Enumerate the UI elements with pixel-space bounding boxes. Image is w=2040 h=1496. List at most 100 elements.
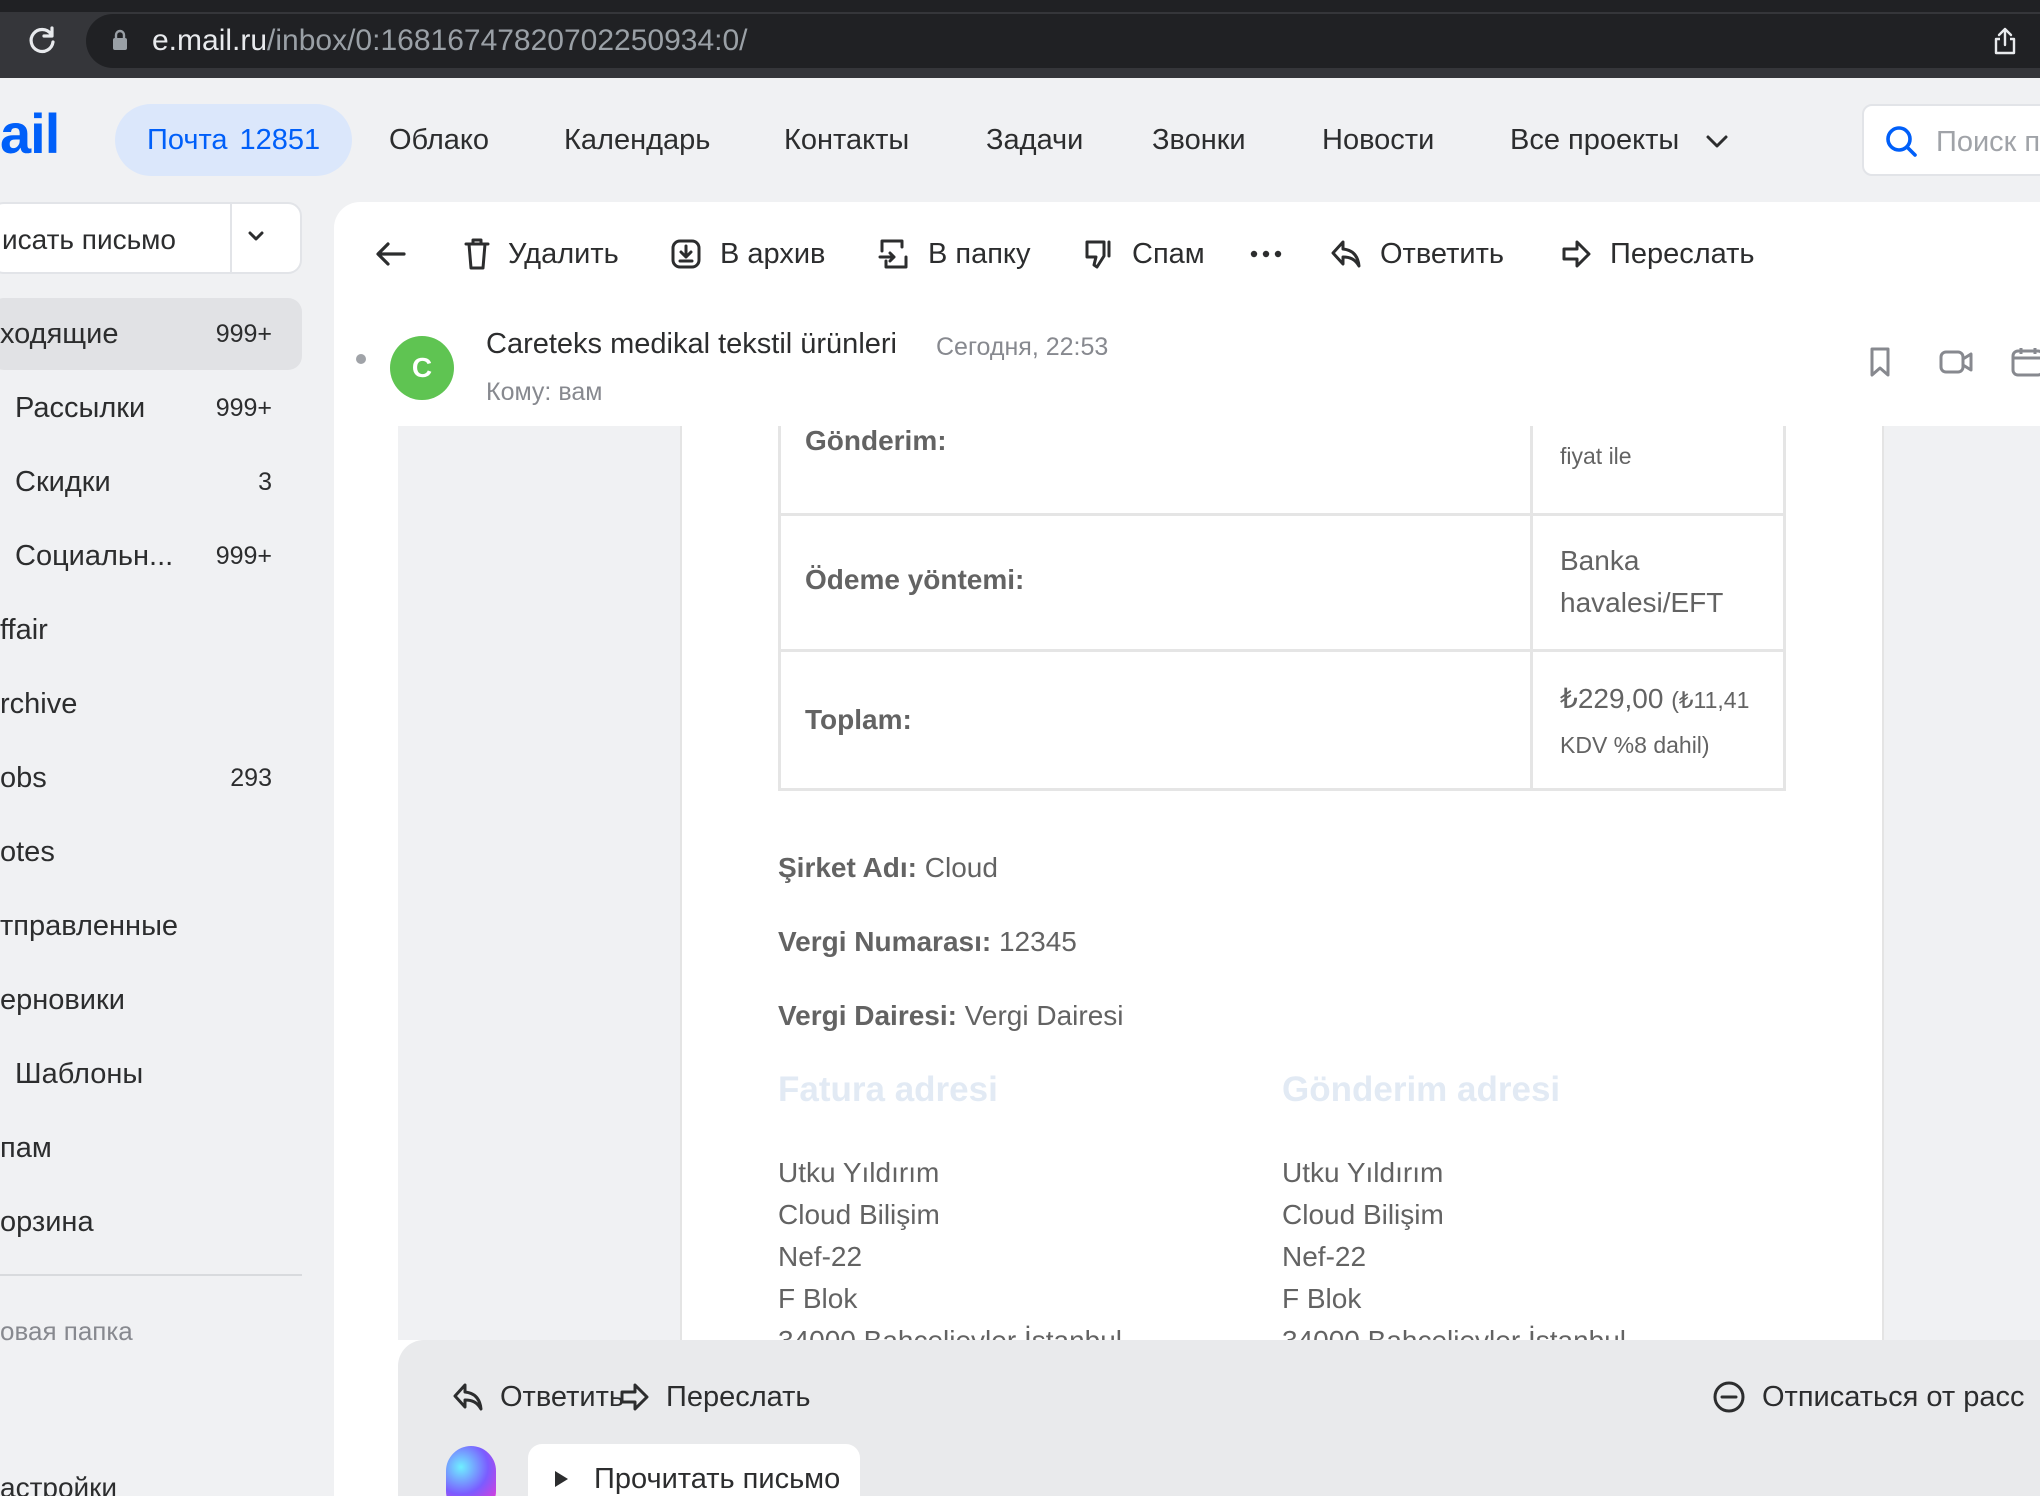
bottom-forward-label: Переслать: [666, 1380, 811, 1413]
move-to-folder-button[interactable]: В папку: [878, 232, 1030, 276]
total-label: Toplam:: [805, 704, 912, 735]
lock-icon: [112, 29, 128, 56]
top-navigation: ail Почта 12851 Облако Календарь Контакты…: [0, 78, 2040, 202]
tax-office-value: Vergi Dairesi: [964, 1000, 1124, 1031]
read-aloud-button[interactable]: Прочитать письмо: [528, 1444, 861, 1496]
reload-icon[interactable]: [22, 20, 62, 60]
unread-dot-icon[interactable]: [356, 354, 366, 364]
shipping-address-line: F Blok: [1282, 1283, 1362, 1314]
arrow-left-icon: [376, 242, 406, 266]
search-input[interactable]: Поиск п: [1862, 104, 2040, 176]
shipping-address: Utku Yıldırım Cloud Bilişim Nef-22 F Blo…: [1282, 1152, 1626, 1340]
nav-all-projects[interactable]: Все проекты: [1510, 104, 1729, 176]
folder-count: 999+: [215, 542, 272, 570]
folder-sent[interactable]: тправленные: [0, 890, 302, 962]
tax-number-label: Vergi Numarası:: [778, 926, 992, 957]
nav-calls[interactable]: Звонки: [1152, 104, 1246, 176]
thumb-down-icon: [1085, 240, 1111, 269]
reply-button[interactable]: Ответить: [1330, 232, 1504, 276]
folder-count: 999+: [215, 320, 272, 348]
table-cell-label: Ödeme yöntemi:: [781, 516, 1533, 649]
shipping-value: fiyat ile: [1560, 443, 1632, 469]
forward-label: Переслать: [1610, 237, 1755, 270]
folder-name: тправленные: [0, 910, 179, 942]
more-actions-button[interactable]: [1250, 232, 1282, 276]
folder-name: Шаблоны: [15, 1058, 144, 1090]
address-bar[interactable]: e.mail.ru/inbox/0:16816747820702250934:0…: [86, 14, 2040, 68]
delete-button[interactable]: Удалить: [464, 232, 619, 276]
settings-link[interactable]: астройки: [0, 1472, 117, 1496]
folder-archive[interactable]: rchive: [0, 668, 302, 740]
spam-button[interactable]: Спам: [1082, 232, 1205, 276]
voice-assistant-orb-icon[interactable]: [446, 1446, 496, 1496]
nav-contacts[interactable]: Контакты: [784, 104, 909, 176]
folder-name: otes: [0, 836, 55, 868]
archive-button[interactable]: В архив: [670, 232, 825, 276]
bottom-forward-button[interactable]: Переслать: [618, 1374, 811, 1420]
unsubscribe-label: Отписаться от расс: [1762, 1380, 2025, 1413]
share-icon[interactable]: [1992, 26, 2018, 61]
table-row-payment: Ödeme yöntemi: Banka havalesi/EFT: [778, 513, 1786, 652]
folder-spam[interactable]: пам: [0, 1112, 302, 1184]
nav-calendar[interactable]: Календарь: [564, 104, 710, 176]
browser-tab-strip: [0, 0, 2040, 12]
folder-affair[interactable]: ffair: [0, 594, 302, 666]
folder-jobs[interactable]: obs 293: [0, 742, 302, 814]
tax-office-label: Vergi Dairesi:: [778, 1000, 957, 1031]
folder-social[interactable]: Социальн... 999+: [0, 520, 302, 592]
archive-icon: [671, 239, 701, 269]
billing-address-line: 34000 Bahçelievler İstanbul: [778, 1320, 1122, 1340]
nav-cloud[interactable]: Облако: [389, 104, 489, 176]
compose-dropdown-chevron-icon[interactable]: [244, 224, 268, 253]
billing-address-line: Nef-22: [778, 1241, 863, 1272]
bottom-action-bar: Ответить Переслать Отписаться от расс Пр…: [398, 1340, 2040, 1496]
folder-move-icon: [878, 239, 908, 269]
move-to-folder-label: В папку: [928, 237, 1031, 270]
reply-icon: [1331, 240, 1361, 268]
reply-icon: [453, 1383, 483, 1411]
folder-trash[interactable]: орзина: [0, 1186, 302, 1258]
folder-name: орзина: [0, 1206, 94, 1238]
shipping-label: Gönderim:: [805, 426, 947, 456]
folder-templates[interactable]: Шаблоны: [0, 1038, 302, 1110]
folder-notes[interactable]: otes: [0, 816, 302, 888]
folder-count: 3: [258, 468, 272, 496]
company-value: Cloud: [924, 852, 998, 883]
bookmark-icon[interactable]: [1868, 346, 1892, 383]
folder-drafts[interactable]: ерновики: [0, 964, 302, 1036]
chevron-down-icon: [1705, 105, 1729, 177]
nav-mail-tab[interactable]: Почта 12851: [115, 104, 353, 176]
billing-address-line: Cloud Bilişim: [778, 1199, 940, 1230]
message-recipients[interactable]: Кому: вам: [486, 378, 602, 407]
trash-icon: [464, 238, 490, 270]
billing-address: Utku Yıldırım Cloud Bilişim Nef-22 F Blo…: [778, 1152, 1122, 1340]
nav-all-projects-label: Все проекты: [1510, 124, 1680, 156]
compose-label: исать письмо: [2, 224, 177, 255]
message-toolbar: Удалить В архив В папку Спам Ответить Пе…: [334, 202, 2040, 306]
calendar-icon[interactable]: [2010, 346, 2040, 383]
back-button[interactable]: [374, 232, 408, 276]
company-name-line: Şirket Adı: Cloud: [778, 852, 998, 884]
total-amount: ₺229,00: [1560, 683, 1664, 714]
video-call-icon[interactable]: [1938, 346, 1974, 383]
minus-circle-icon: [1713, 1381, 1745, 1413]
nav-news[interactable]: Новости: [1322, 104, 1434, 176]
folder-name: Скидки: [15, 466, 111, 498]
folder-inbox[interactable]: ходящие 999+: [0, 298, 302, 370]
mail-logo[interactable]: ail: [0, 104, 60, 164]
bottom-reply-button[interactable]: Ответить: [452, 1374, 624, 1420]
reply-label: Ответить: [1380, 237, 1504, 270]
total-value: ₺229,00 (₺11,41: [1560, 678, 1749, 721]
read-aloud-label: Прочитать письмо: [594, 1463, 841, 1495]
sender-name[interactable]: Careteks medikal tekstil ürünleri: [486, 328, 897, 361]
unsubscribe-button[interactable]: Отписаться от расс: [1712, 1374, 2024, 1420]
new-folder-link[interactable]: овая папка: [0, 1316, 133, 1347]
forward-button[interactable]: Переслать: [1560, 232, 1755, 276]
folder-newsletters[interactable]: Рассылки 999+: [0, 372, 302, 444]
sender-avatar[interactable]: C: [390, 336, 454, 400]
table-cell-value: fiyat ile: [1536, 426, 1786, 513]
nav-tasks[interactable]: Задачи: [986, 104, 1083, 176]
folder-discounts[interactable]: Скидки 3: [0, 446, 302, 518]
compose-button[interactable]: исать письмо: [0, 202, 302, 274]
shipping-address-line: Cloud Bilişim: [1282, 1199, 1444, 1230]
